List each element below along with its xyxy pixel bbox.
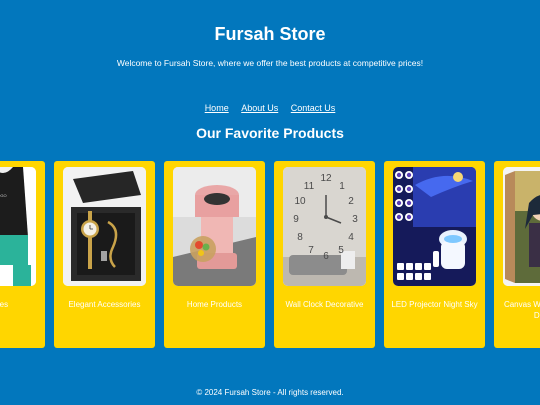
svg-text:LOGO: LOGO: [0, 193, 7, 198]
svg-text:3: 3: [352, 214, 358, 225]
svg-text:9: 9: [293, 214, 299, 225]
product-label-canvas-art: Canvas Wall Anime Art Decor: [503, 300, 540, 320]
site-tagline: Welcome to Fursah Store, where we offer …: [116, 58, 424, 68]
product-label-clothes: Clothes: [0, 300, 9, 309]
product-carousel: LOGO Clothes: [0, 161, 540, 349]
svg-text:7: 7: [308, 245, 314, 256]
nav-link-about[interactable]: About Us: [241, 103, 278, 113]
product-label-home: Home Products: [186, 300, 243, 309]
svg-text:2: 2: [348, 196, 354, 207]
product-card-clothes[interactable]: LOGO Clothes: [0, 161, 45, 348]
nav-link-contact[interactable]: Contact Us: [291, 103, 336, 113]
svg-text:8: 8: [297, 232, 303, 243]
svg-text:10: 10: [294, 196, 306, 207]
product-image-canvas-art: [503, 167, 540, 286]
product-label-led-projector: LED Projector Night Sky: [391, 300, 478, 309]
svg-text:12: 12: [320, 173, 332, 184]
site-title: Fursah Store: [214, 24, 326, 44]
products-heading: Our Favorite Products: [196, 125, 344, 141]
product-image-led-projector: [393, 167, 476, 286]
svg-text:4: 4: [348, 232, 354, 243]
product-image-home: [173, 167, 256, 286]
product-image-accessories: [63, 167, 146, 286]
product-card-canvas-art[interactable]: Canvas Wall Anime Art Decor: [494, 161, 540, 348]
product-image-clothes: LOGO: [0, 167, 36, 286]
product-image-wall-clock: 12 1 2 3 4 5 6 7 8 9 10 11: [283, 167, 366, 286]
product-card-wall-clock[interactable]: 12 1 2 3 4 5 6 7 8 9 10 11 Wall Clock De…: [274, 161, 375, 348]
svg-text:11: 11: [304, 181, 315, 192]
svg-text:1: 1: [339, 181, 345, 192]
page: Fursah Store Welcome to Fursah Store, wh…: [0, 0, 540, 405]
svg-text:6: 6: [323, 251, 329, 262]
svg-text:5: 5: [338, 245, 344, 256]
product-label-accessories: Elegant Accessories: [68, 300, 141, 309]
product-label-wall-clock: Wall Clock Decorative: [285, 300, 364, 309]
footer-copyright: © 2024 Fursah Store - All rights reserve…: [196, 388, 344, 397]
nav-link-home[interactable]: Home: [205, 103, 229, 113]
product-card-home[interactable]: Home Products: [164, 161, 265, 348]
product-card-accessories[interactable]: Elegant Accessories: [54, 161, 155, 348]
main-nav: Home About Us Contact Us: [0, 103, 540, 113]
product-card-led-projector[interactable]: LED Projector Night Sky: [384, 161, 485, 348]
